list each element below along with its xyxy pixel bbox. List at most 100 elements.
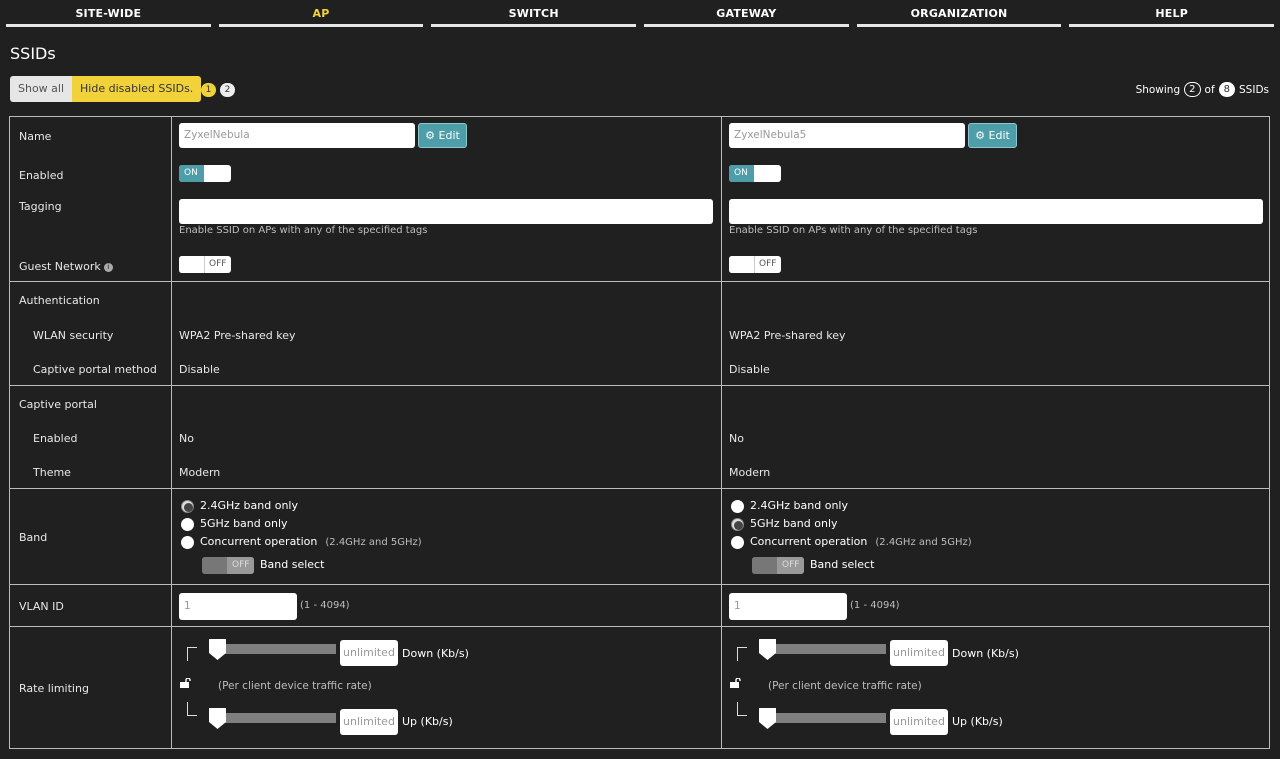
tagging-input[interactable] <box>179 199 713 224</box>
toggle-on-label: ON <box>179 165 204 182</box>
up-rate-input[interactable]: unlimited <box>340 709 398 735</box>
band-24-radio[interactable] <box>181 500 194 513</box>
band-concurrent-hint: (2.4GHz and 5GHz) <box>325 537 422 548</box>
toggle-off-label: OFF <box>209 259 227 269</box>
toggle-off-label: OFF <box>759 259 777 269</box>
tab-gateway[interactable]: GATEWAY <box>644 0 849 27</box>
wlan-security-value: WPA2 Pre-shared key <box>729 329 846 342</box>
cp-enabled-value: No <box>729 432 744 445</box>
ssid-filter: Show all Hide disabled SSIDs. <box>10 76 202 102</box>
band-5-label: 5GHz band only <box>200 517 288 530</box>
showing-count: Showing 2 of 8 SSIDs <box>1136 82 1269 97</box>
show-all-button[interactable]: Show all <box>10 76 73 102</box>
cp-enabled-value: No <box>179 432 194 445</box>
vlan-id-input[interactable]: 1 <box>729 593 847 620</box>
label-guest-network: Guest Network i <box>19 260 113 273</box>
down-slider-thumb[interactable] <box>759 639 776 660</box>
edit-label: Edit <box>438 129 460 142</box>
tab-organization[interactable]: ORGANIZATION <box>856 0 1062 27</box>
label-vlan-id: VLAN ID <box>19 600 64 613</box>
label-authentication: Authentication <box>19 294 100 307</box>
down-rate-input[interactable]: unlimited <box>890 640 948 666</box>
band-concurrent-text: Concurrent operation <box>200 535 318 548</box>
vlan-id-input[interactable]: 1 <box>179 593 297 620</box>
theme-value: Modern <box>729 466 771 479</box>
per-client-hint: (Per client device traffic rate) <box>768 680 922 692</box>
vlan-range-hint: (1 - 4094) <box>850 600 900 611</box>
band-5-radio[interactable] <box>181 518 194 531</box>
enabled-toggle[interactable]: ON <box>179 165 231 182</box>
band-select-toggle[interactable]: OFF <box>202 557 254 574</box>
rate-bracket-bottom <box>737 702 747 716</box>
ssid-name-input[interactable]: ZyxelNebula <box>179 123 415 148</box>
label-captive-portal: Captive portal <box>19 398 97 411</box>
tagging-hint: Enable SSID on APs with any of the speci… <box>729 225 978 236</box>
band-select-label: Band select <box>810 558 875 571</box>
up-slider-thumb[interactable] <box>209 708 226 729</box>
down-rate-input[interactable]: unlimited <box>340 640 398 666</box>
rate-bracket-top <box>187 647 197 661</box>
band-24-radio[interactable] <box>731 500 744 513</box>
band-24-label: 2.4GHz band only <box>750 499 849 512</box>
tab-help[interactable]: HELP <box>1069 0 1275 27</box>
guest-network-text: Guest Network <box>19 260 101 273</box>
up-label: Up (Kb/s) <box>402 715 453 728</box>
up-slider-track[interactable] <box>760 713 886 723</box>
label-captive-portal-method: Captive portal method <box>33 363 157 376</box>
hide-disabled-button[interactable]: Hide disabled SSIDs. <box>72 76 202 102</box>
tab-switch[interactable]: SWITCH <box>431 0 637 27</box>
up-slider-thumb[interactable] <box>759 708 776 729</box>
info-icon[interactable]: i <box>103 263 113 272</box>
tab-ap[interactable]: AP <box>218 0 424 27</box>
label-band: Band <box>19 531 48 544</box>
label-cp-enabled: Enabled <box>33 432 78 445</box>
toggle-off-label: OFF <box>227 557 254 574</box>
edit-label: Edit <box>988 129 1010 142</box>
gear-icon: ⚙ <box>975 129 986 142</box>
band-concurrent-radio[interactable] <box>731 536 744 549</box>
band-concurrent-hint: (2.4GHz and 5GHz) <box>875 537 972 548</box>
down-slider-track[interactable] <box>760 644 886 654</box>
tagging-hint: Enable SSID on APs with any of the speci… <box>179 225 428 236</box>
down-label: Down (Kb/s) <box>952 647 1019 660</box>
unlock-icon[interactable] <box>180 678 192 688</box>
tab-site-wide[interactable]: SITE-WIDE <box>6 0 211 27</box>
band-concurrent-label: Concurrent operation (2.4GHz and 5GHz) <box>200 535 422 548</box>
up-rate-input[interactable]: unlimited <box>890 709 948 735</box>
label-enabled: Enabled <box>19 169 64 182</box>
down-slider-thumb[interactable] <box>209 639 226 660</box>
enabled-toggle[interactable]: ON <box>729 165 781 182</box>
tagging-input[interactable] <box>729 199 1263 224</box>
band-select-toggle[interactable]: OFF <box>752 557 804 574</box>
guest-network-toggle[interactable]: OFF <box>179 256 231 273</box>
page-title: SSIDs <box>10 44 56 63</box>
unlock-icon[interactable] <box>730 678 742 688</box>
label-name: Name <box>19 130 52 143</box>
down-label: Down (Kb/s) <box>402 647 469 660</box>
gear-icon: ⚙ <box>425 129 436 142</box>
band-concurrent-radio[interactable] <box>181 536 194 549</box>
up-slider-track[interactable] <box>210 713 336 723</box>
page-1-button[interactable]: 1 <box>201 83 216 97</box>
showing-total-badge: 8 <box>1218 82 1236 97</box>
band-5-radio[interactable] <box>731 518 744 531</box>
band-concurrent-label: Concurrent operation (2.4GHz and 5GHz) <box>750 535 972 548</box>
edit-name-button[interactable]: ⚙ Edit <box>418 123 467 148</box>
label-theme: Theme <box>33 466 71 479</box>
per-client-hint: (Per client device traffic rate) <box>218 680 372 692</box>
band-select-label: Band select <box>260 558 325 571</box>
showing-of: of <box>1204 83 1215 96</box>
label-rate-limiting: Rate limiting <box>19 682 89 695</box>
guest-network-toggle[interactable]: OFF <box>729 256 781 273</box>
down-slider-track[interactable] <box>210 644 336 654</box>
rate-bracket-top <box>737 647 747 661</box>
showing-prefix: Showing <box>1135 83 1181 96</box>
ssid-settings-table: Name Enabled Tagging Guest Network i Auth… <box>9 116 1270 749</box>
page-2-button[interactable]: 2 <box>220 83 235 97</box>
band-5-label: 5GHz band only <box>750 517 838 530</box>
band-concurrent-text: Concurrent operation <box>750 535 868 548</box>
ssid-name-input[interactable]: ZyxelNebula5 <box>729 123 965 148</box>
rate-bracket-bottom <box>187 702 197 716</box>
edit-name-button[interactable]: ⚙ Edit <box>968 123 1017 148</box>
toggle-on-label: ON <box>729 165 754 182</box>
